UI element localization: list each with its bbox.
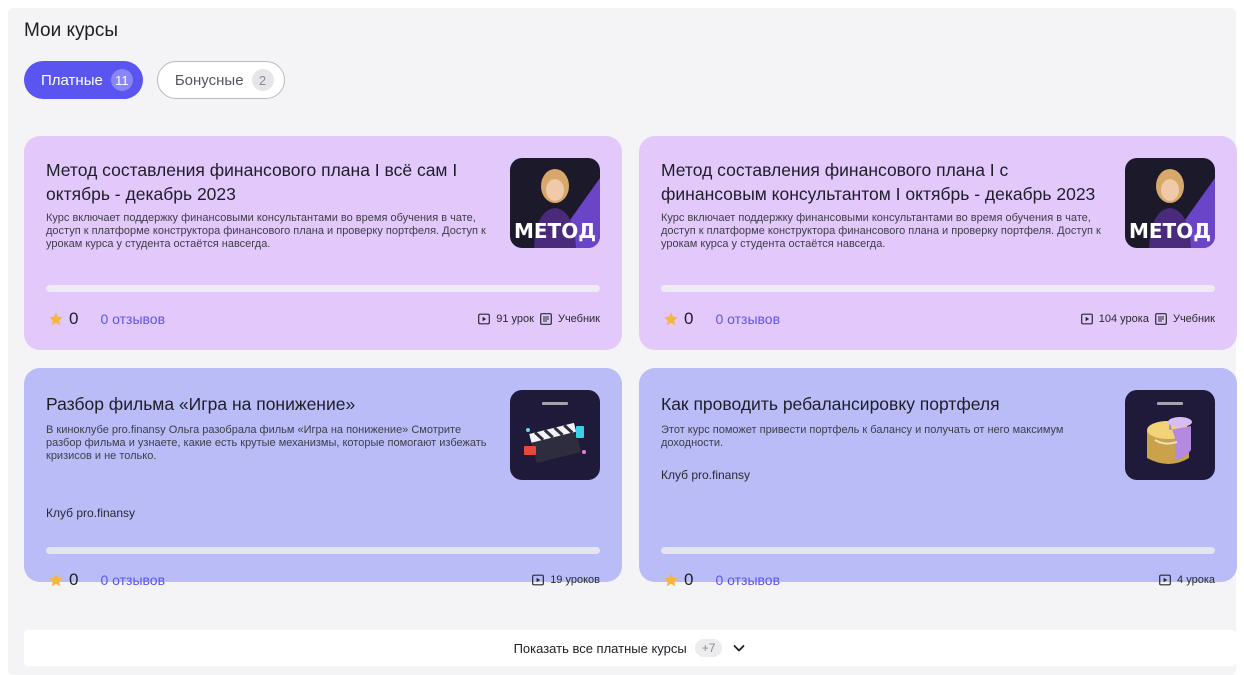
star-icon [49,573,63,587]
star-icon [49,312,63,326]
course-thumbnail [1125,390,1215,480]
tab-bonus[interactable]: Бонусные 2 [156,61,285,99]
reviews-link[interactable]: 0 отзывов [100,572,165,588]
course-tabs: Платные 11 Бонусные 2 [24,61,285,99]
tab-bonus-count: 2 [251,69,274,91]
club-label: Клуб pro.finansy [46,506,136,520]
chevron-down-icon [734,645,745,652]
video-icon [1080,313,1093,325]
reviews-link[interactable]: 0 отзывов [715,311,780,327]
lessons-count: 19 уроков [550,574,600,586]
course-description: Этот курс поможет привести портфель к ба… [661,424,1064,449]
video-icon [532,574,545,586]
lessons-count: 4 урока [1177,574,1215,586]
course-description: Курс включает поддержку финансовыми конс… [661,212,1101,250]
progress-bar [661,285,1215,292]
lessons-meta: 4 урока [1159,574,1215,586]
show-all-courses-button[interactable]: Показать все платные курсы +7 [24,630,1236,666]
progress-bar [46,285,600,292]
thumbnail-label: МЕТОД [514,219,596,243]
course-card[interactable]: Как проводить ребалансировку портфеля Эт… [639,368,1237,589]
course-description: В киноклубе pro.finansy Ольга разобрала … [46,424,487,462]
course-title: Разбор фильма «Игра на понижение» [46,394,356,414]
tab-paid-count: 11 [110,69,133,91]
star-icon [664,573,678,587]
course-thumbnail: МЕТОД [510,158,600,248]
course-footer: 0 0 отзывов 104 урока Учебник [661,308,1215,330]
textbook-label: Учебник [1172,313,1215,325]
course-thumbnail [510,390,600,480]
course-thumbnail: МЕТОД [1125,158,1215,248]
rating-value: 0 [69,570,79,589]
tab-paid[interactable]: Платные 11 [24,61,143,99]
progress-bar [661,547,1215,554]
lessons-count: 91 урок [496,313,534,325]
reviews-link[interactable]: 0 отзывов [100,311,165,327]
tab-paid-label: Платные [41,71,103,89]
lessons-meta: 19 уроков [532,574,600,586]
book-icon [1155,313,1167,325]
course-title: Как проводить ребалансировку портфеля [661,394,1000,414]
course-footer: 0 0 отзывов 4 урока [661,569,1215,591]
tab-bonus-label: Бонусные [174,71,244,89]
lessons-count: 104 урока [1098,313,1149,325]
course-footer: 0 0 отзывов 19 уроков [46,569,600,591]
textbook-label: Учебник [557,313,600,325]
video-icon [1159,574,1171,586]
course-title: Метод составления финансового плана I вс… [46,160,458,204]
star-icon [664,312,678,326]
rating-value: 0 [684,570,694,589]
course-card[interactable]: Метод составления финансового плана I с … [639,136,1237,350]
reviews-link[interactable]: 0 отзывов [715,572,780,588]
progress-bar [46,547,600,554]
course-title: Метод составления финансового плана I с … [661,160,1096,204]
lessons-meta: 91 урок Учебник [478,313,600,325]
club-label: Клуб pro.finansy [661,468,751,482]
lessons-meta: 104 урока Учебник [1080,313,1215,325]
rating-value: 0 [684,309,694,328]
show-all-label: Показать все платные курсы [513,640,687,656]
show-all-extra-count: +7 [694,639,723,657]
section-title: Мои курсы [24,20,119,41]
course-card[interactable]: Метод составления финансового плана I вс… [24,136,622,350]
video-icon [478,313,491,325]
book-icon [540,313,552,325]
rating-value: 0 [69,309,79,328]
course-description: Курс включает поддержку финансовыми конс… [46,212,486,250]
thumbnail-label: МЕТОД [1129,219,1211,243]
course-footer: 0 0 отзывов 91 урок Учебник [46,308,600,330]
course-card[interactable]: Разбор фильма «Игра на понижение» В кино… [24,368,622,589]
